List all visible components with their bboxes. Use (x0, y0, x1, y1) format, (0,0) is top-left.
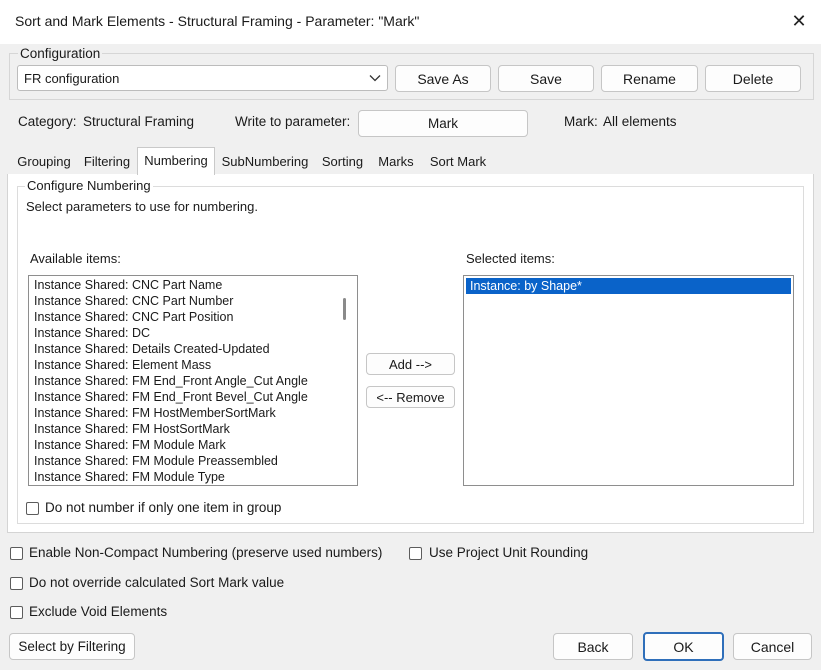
exclude-void-checkbox[interactable] (10, 606, 23, 619)
list-item[interactable]: Instance Shared: FM HostMemberSortMark (30, 405, 340, 421)
list-item[interactable]: Instance Shared: Details Created-Updated (30, 341, 340, 357)
configuration-dropdown[interactable]: FR configuration (17, 65, 388, 91)
non-compact-checkbox[interactable] (10, 547, 23, 560)
list-item[interactable]: Instance Shared: FM Module Type (30, 469, 340, 485)
available-items-list[interactable]: Instance Shared: CNC Part Name Instance S… (28, 275, 358, 486)
configuration-label: Configuration (18, 46, 103, 61)
write-parameter-button[interactable]: Mark (358, 110, 528, 137)
tab-sorting[interactable]: Sorting (315, 151, 370, 174)
chevron-down-icon (369, 75, 381, 82)
mark-label: Mark: (564, 114, 598, 129)
selected-items-list[interactable]: Instance: by Shape* (463, 275, 794, 486)
list-item[interactable]: Instance Shared: CNC Part Position (30, 309, 340, 325)
unit-rounding-checkbox[interactable] (409, 547, 422, 560)
tab-grouping[interactable]: Grouping (11, 151, 77, 174)
numbering-description: Select parameters to use for numbering. (26, 199, 258, 214)
single-item-checkbox[interactable] (26, 502, 39, 515)
available-items-label: Available items: (30, 251, 121, 266)
list-item[interactable]: Instance Shared: FM End_Front Bevel_Cut … (30, 389, 340, 405)
configure-numbering-label: Configure Numbering (25, 178, 153, 193)
selected-items-label: Selected items: (466, 251, 555, 266)
delete-button[interactable]: Delete (705, 65, 801, 92)
back-button[interactable]: Back (553, 633, 633, 660)
rename-button[interactable]: Rename (601, 65, 698, 92)
close-icon[interactable]: ✕ (786, 8, 812, 34)
list-item[interactable]: Instance Shared: Element Mass (30, 357, 340, 373)
remove-button[interactable]: <-- Remove (366, 386, 455, 408)
tab-numbering[interactable]: Numbering (137, 147, 215, 175)
available-list-scrollbar-thumb[interactable] (343, 298, 346, 320)
tab-sort-mark[interactable]: Sort Mark (422, 151, 494, 174)
category-label: Category: (18, 114, 77, 129)
list-item[interactable]: Instance Shared: CNC Part Number (30, 293, 340, 309)
write-parameter-label: Write to parameter: (235, 114, 351, 129)
ok-button[interactable]: OK (643, 632, 724, 661)
save-as-button[interactable]: Save As (395, 65, 491, 92)
list-item[interactable]: Instance Shared: FM Module Preassembled (30, 453, 340, 469)
configuration-selected-value: FR configuration (24, 70, 120, 86)
single-item-checkbox-label: Do not number if only one item in group (45, 500, 282, 515)
non-compact-label: Enable Non-Compact Numbering (preserve u… (29, 545, 383, 560)
list-item[interactable]: Instance Shared: FM Module Mark (30, 437, 340, 453)
add-button[interactable]: Add --> (366, 353, 455, 375)
tab-marks[interactable]: Marks (372, 151, 420, 174)
no-override-label: Do not override calculated Sort Mark val… (29, 575, 285, 590)
list-item[interactable]: Instance Shared: FM End_Front Angle_Cut … (30, 373, 340, 389)
tab-subnumbering[interactable]: SubNumbering (217, 151, 313, 174)
cancel-button[interactable]: Cancel (733, 633, 812, 660)
list-item[interactable]: Instance Shared: FM HostSortMark (30, 421, 340, 437)
save-button[interactable]: Save (498, 65, 594, 92)
exclude-void-label: Exclude Void Elements (29, 604, 168, 619)
list-item[interactable]: Instance: by Shape* (466, 278, 791, 294)
select-by-filtering-button[interactable]: Select by Filtering (9, 633, 135, 660)
unit-rounding-label: Use Project Unit Rounding (429, 545, 589, 560)
tab-filtering[interactable]: Filtering (79, 151, 135, 174)
no-override-checkbox[interactable] (10, 577, 23, 590)
window-title: Sort and Mark Elements - Structural Fram… (15, 13, 420, 29)
category-value: Structural Framing (83, 114, 195, 129)
list-item[interactable]: Instance Shared: DC (30, 325, 340, 341)
list-item[interactable]: Instance Shared: CNC Part Name (30, 277, 340, 293)
mark-value: All elements (603, 114, 677, 129)
